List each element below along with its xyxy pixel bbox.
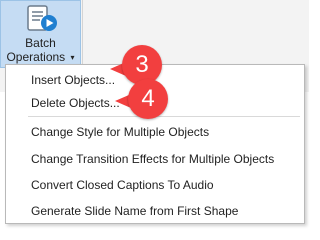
- batch-operations-button[interactable]: Batch Operations ▾: [0, 0, 81, 68]
- batch-label-line2: Operations: [6, 50, 66, 64]
- menu-item-generate-slide-name[interactable]: Generate Slide Name from First Shape: [6, 199, 304, 223]
- batch-operations-icon: [27, 5, 57, 31]
- menu-item-convert-closed-captions[interactable]: Convert Closed Captions To Audio: [6, 173, 304, 197]
- menu-item-change-style[interactable]: Change Style for Multiple Objects: [6, 120, 304, 144]
- batch-label-line1: Batch: [25, 36, 56, 50]
- step-badge-4: 4: [128, 79, 168, 119]
- menu-item-change-transition-effects[interactable]: Change Transition Effects for Multiple O…: [6, 147, 304, 171]
- chevron-down-icon: ▾: [70, 53, 75, 62]
- batch-operations-label: Batch Operations ▾: [1, 36, 80, 65]
- menu-separator: [28, 116, 300, 117]
